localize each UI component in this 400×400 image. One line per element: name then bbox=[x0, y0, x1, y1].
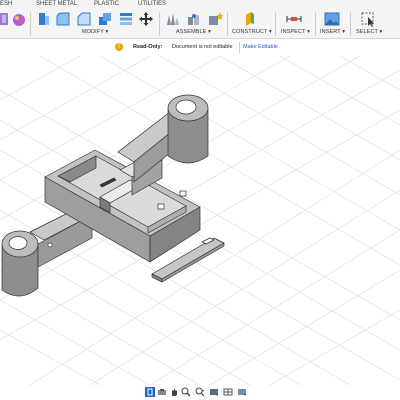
tab-utilities[interactable]: UTILITIES bbox=[138, 1, 166, 7]
zoom-icon[interactable] bbox=[181, 387, 191, 397]
divider bbox=[159, 12, 160, 36]
modify-menu[interactable]: MODIFY ▾ bbox=[82, 29, 108, 35]
construct-menu[interactable]: CONSTRUCT ▾ bbox=[232, 29, 272, 35]
3d-viewport[interactable] bbox=[0, 55, 400, 386]
make-editable-button[interactable]: Make Editable bbox=[239, 42, 281, 53]
readonly-message: Document is not editable bbox=[172, 44, 233, 50]
mesh-color-icon[interactable] bbox=[12, 11, 28, 27]
orbit-button[interactable] bbox=[145, 387, 155, 397]
as-built-joint-icon[interactable] bbox=[207, 11, 223, 27]
offset-plane-icon[interactable] bbox=[242, 11, 258, 27]
warning-icon: ! bbox=[115, 43, 123, 51]
readonly-label: Read-Only: bbox=[133, 44, 163, 50]
inspect-menu[interactable]: INSPECT ▾ bbox=[281, 29, 310, 35]
divider bbox=[315, 12, 316, 36]
tab-sheet-metal[interactable]: SHEET METAL bbox=[36, 1, 77, 7]
divider bbox=[227, 12, 228, 36]
readonly-banner: ! Read-Only: Document is not editable Ma… bbox=[115, 42, 285, 54]
new-component-icon[interactable] bbox=[165, 11, 181, 27]
navigation-bar bbox=[143, 386, 263, 398]
press-pull-icon[interactable] bbox=[36, 11, 52, 27]
toolbar: ESH SHEET METAL PLASTIC UTILITIES MODIFY… bbox=[0, 0, 400, 39]
tab-plastic[interactable]: PLASTIC bbox=[94, 1, 119, 7]
joint-icon[interactable] bbox=[186, 11, 202, 27]
divider bbox=[275, 12, 276, 36]
select-menu[interactable]: SELECT ▾ bbox=[356, 29, 382, 35]
move-icon[interactable] bbox=[138, 11, 154, 27]
zoom-window-icon[interactable] bbox=[195, 387, 205, 397]
grid-settings-icon[interactable] bbox=[223, 387, 233, 397]
measure-icon[interactable] bbox=[286, 11, 302, 27]
viewports-icon[interactable] bbox=[237, 387, 247, 397]
look-at-icon[interactable] bbox=[157, 387, 167, 397]
insert-menu[interactable]: INSERT ▾ bbox=[320, 29, 345, 35]
assemble-menu[interactable]: ASSEMBLE ▾ bbox=[176, 29, 211, 35]
divider bbox=[30, 12, 31, 36]
insert-image-icon[interactable] bbox=[324, 11, 340, 27]
chamfer-icon[interactable] bbox=[76, 11, 92, 27]
pan-icon[interactable] bbox=[169, 387, 179, 397]
combine-icon[interactable] bbox=[118, 11, 134, 27]
select-icon[interactable] bbox=[360, 11, 376, 27]
divider bbox=[350, 12, 351, 36]
display-settings-icon[interactable] bbox=[209, 387, 219, 397]
viewport-canvas[interactable] bbox=[0, 55, 400, 386]
fillet-icon[interactable] bbox=[55, 11, 71, 27]
tab-mesh[interactable]: ESH bbox=[0, 1, 12, 7]
shell-icon[interactable] bbox=[97, 11, 113, 27]
